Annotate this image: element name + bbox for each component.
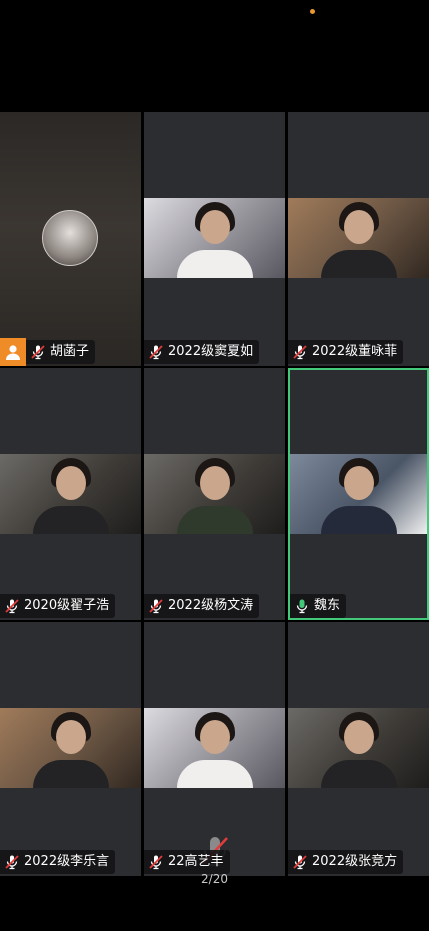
mic-muted-icon xyxy=(148,598,164,614)
participant-tile[interactable]: 2022级张竞方 xyxy=(288,622,429,876)
video-grid: 胡菡子 2022级窦夏如 2022级董咏菲 2020级翟子浩 2022级杨文涛 … xyxy=(0,112,429,876)
participant-name-tag: 2022级杨文涛 xyxy=(144,594,260,618)
participant-video xyxy=(0,454,141,534)
participant-name: 2022级李乐言 xyxy=(24,854,110,869)
participant-tile[interactable]: 2022级李乐言 xyxy=(0,622,141,876)
top-bar xyxy=(0,0,429,112)
participant-name: 2022级张竞方 xyxy=(312,854,398,869)
participant-name: 魏东 xyxy=(314,598,341,613)
participant-name: 2022级董咏菲 xyxy=(312,344,398,359)
participant-avatar xyxy=(42,210,98,266)
participant-name: 2022级窦夏如 xyxy=(168,344,254,359)
participant-name: 2020级翟子浩 xyxy=(24,598,110,613)
mic-muted-icon xyxy=(148,344,164,360)
mic-muted-icon xyxy=(30,344,46,360)
mic-muted-icon xyxy=(4,598,20,614)
participant-name-tag: 2020级翟子浩 xyxy=(0,594,116,618)
participant-video xyxy=(144,708,285,788)
participant-video xyxy=(144,454,285,534)
participant-tile[interactable]: 2022级窦夏如 xyxy=(144,112,285,366)
participant-tile[interactable]: 2022级杨文涛 xyxy=(144,368,285,620)
participant-tile[interactable]: 2022级董咏菲 xyxy=(288,112,429,366)
participant-name-tag: 2022级董咏菲 xyxy=(288,340,404,364)
participant-tile[interactable]: 胡菡子 xyxy=(0,112,141,366)
participant-name-tag: 魏东 xyxy=(290,594,347,618)
participant-name-tag: 胡菡子 xyxy=(0,338,96,366)
mic-muted-icon xyxy=(292,854,308,870)
participant-name-tag: 2022级张竞方 xyxy=(288,850,404,874)
mic-active-icon xyxy=(294,598,310,614)
participant-video xyxy=(0,708,141,788)
participant-tile[interactable]: 2020级翟子浩 xyxy=(0,368,141,620)
participant-name: 胡菡子 xyxy=(50,344,90,359)
participant-video xyxy=(144,198,285,278)
host-user-icon xyxy=(0,338,26,366)
participant-name-tag: 2022级窦夏如 xyxy=(144,340,260,364)
participant-video xyxy=(288,198,429,278)
participant-tile[interactable]: 22高艺丰 xyxy=(144,622,285,876)
mic-muted-icon xyxy=(292,344,308,360)
mic-muted-icon xyxy=(148,854,164,870)
participant-name: 22高艺丰 xyxy=(168,854,224,869)
participant-video xyxy=(288,708,429,788)
participant-video xyxy=(290,454,427,534)
participant-name-tag: 22高艺丰 xyxy=(144,850,230,874)
participant-tile-active-speaker[interactable]: 魏东 xyxy=(288,368,429,620)
participant-name: 2022级杨文涛 xyxy=(168,598,254,613)
mic-muted-icon xyxy=(4,854,20,870)
participant-name-tag: 2022级李乐言 xyxy=(0,850,116,874)
page-indicator: 2/20 xyxy=(201,872,228,886)
status-indicator-dot xyxy=(310,9,315,14)
